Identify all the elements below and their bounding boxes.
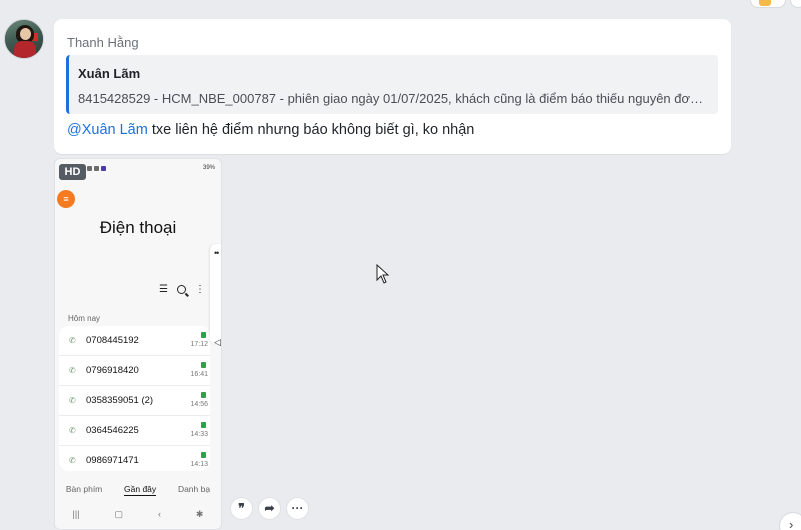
message-text: @Xuân Lãm txe liên hệ điểm nhưng báo khô… — [67, 122, 474, 138]
reaction-add-button[interactable] — [790, 0, 801, 8]
call-icon: ✆ — [69, 366, 76, 375]
phone-status-bar: 39% — [87, 165, 215, 173]
mouse-cursor-icon — [376, 264, 390, 284]
tab-keypad: Bàn phím — [65, 484, 103, 494]
image-attachment[interactable]: 39% HD ≡ Điện thoại ☰ ⋮ Hôm nay ✆ 070844… — [54, 158, 222, 530]
tab-contacts: Danh bạ — [177, 484, 211, 494]
quoted-message[interactable]: Xuân Lãm 8415428529 - HCM_NBE_000787 - p… — [66, 55, 718, 114]
message-actions: ❞ ➦ ··· — [230, 497, 309, 520]
quote-icon: ❞ — [238, 501, 245, 515]
phone-toolbar: ☰ ⋮ — [159, 284, 205, 295]
more-vertical-icon: ⋮ — [194, 284, 205, 295]
more-button[interactable]: ··· — [286, 497, 309, 520]
call-icon: ✆ — [69, 396, 76, 405]
drag-dots-icon: •• — [214, 248, 219, 258]
sim-icon — [201, 362, 206, 368]
call-time: 17:12 — [190, 341, 208, 348]
sim-icon — [201, 452, 206, 458]
call-log-list: ✆ 0708445192 17:12 ✆ 0796918420 16:41 ✆ … — [59, 326, 210, 471]
hd-badge: HD — [59, 164, 86, 180]
reaction-pill[interactable] — [750, 0, 786, 8]
call-number: 0364546225 — [86, 425, 139, 436]
quoted-text: 8415428529 - HCM_NBE_000787 - phiên giao… — [78, 91, 710, 106]
more-icon: ··· — [291, 501, 304, 515]
call-icon: ✆ — [69, 426, 76, 435]
sender-avatar[interactable] — [4, 19, 44, 59]
phone-nav-bar: ||| ▢ ‹ ✱ — [55, 509, 221, 520]
recent-apps-icon: ||| — [72, 509, 80, 519]
call-number: 0796918420 — [86, 365, 139, 376]
sim-icon — [201, 392, 206, 398]
volume-icon: ◁ — [214, 337, 221, 347]
list-item: ✆ 0796918420 16:41 — [59, 356, 210, 386]
battery-level: 39% — [202, 165, 215, 171]
message-body: txe liên hệ điểm nhưng báo không biết gì… — [147, 122, 475, 138]
sim-icon — [201, 332, 206, 338]
forward-button[interactable]: ➦ — [258, 497, 281, 520]
sender-name[interactable]: Thanh Hằng — [67, 35, 139, 50]
side-handle — [210, 244, 221, 344]
quoted-author: Xuân Lãm — [78, 66, 141, 81]
list-item: ✆ 0986971471 14:13 — [59, 446, 210, 471]
filter-icon: ☰ — [159, 284, 168, 295]
call-icon: ✆ — [69, 456, 76, 465]
call-number: 0986971471 — [86, 455, 139, 466]
forward-icon: ➦ — [264, 501, 275, 515]
list-item: ✆ 0708445192 17:12 — [59, 326, 210, 356]
call-number: 0358359051 (2) — [86, 395, 154, 406]
call-number: 0708445192 — [86, 335, 139, 346]
like-emoji-icon — [759, 0, 771, 6]
call-time: 14:56 — [190, 401, 208, 408]
message-bubble: Thanh Hằng Xuân Lãm 8415428529 - HCM_NBE… — [54, 19, 731, 154]
chevron-right-icon: › — [789, 517, 794, 530]
reaction-summary[interactable] — [750, 0, 801, 8]
back-icon: ‹ — [157, 509, 161, 519]
call-time: 14:13 — [190, 461, 208, 468]
phone-app-title: Điện thoại — [99, 218, 177, 237]
mention-link[interactable]: @Xuân Lãm — [67, 122, 148, 138]
floating-chat-icon: ≡ — [57, 190, 75, 208]
search-icon — [176, 285, 186, 294]
phone-bottom-tabs: Bàn phím Gần đây Danh bạ — [55, 484, 221, 496]
home-icon: ▢ — [114, 509, 123, 519]
scroll-next-button[interactable]: › — [779, 512, 801, 530]
accessibility-icon: ✱ — [195, 509, 204, 519]
tab-recents: Gần đây — [124, 484, 157, 496]
call-icon: ✆ — [69, 336, 76, 345]
list-item: ✆ 0358359051 (2) 14:56 — [59, 386, 210, 416]
list-item: ✆ 0364546225 14:33 — [59, 416, 210, 446]
quote-button[interactable]: ❞ — [230, 497, 253, 520]
call-time: 14:33 — [190, 431, 208, 438]
sim-icon — [201, 422, 206, 428]
call-time: 16:41 — [190, 371, 208, 378]
section-label: Hôm nay — [68, 314, 101, 323]
